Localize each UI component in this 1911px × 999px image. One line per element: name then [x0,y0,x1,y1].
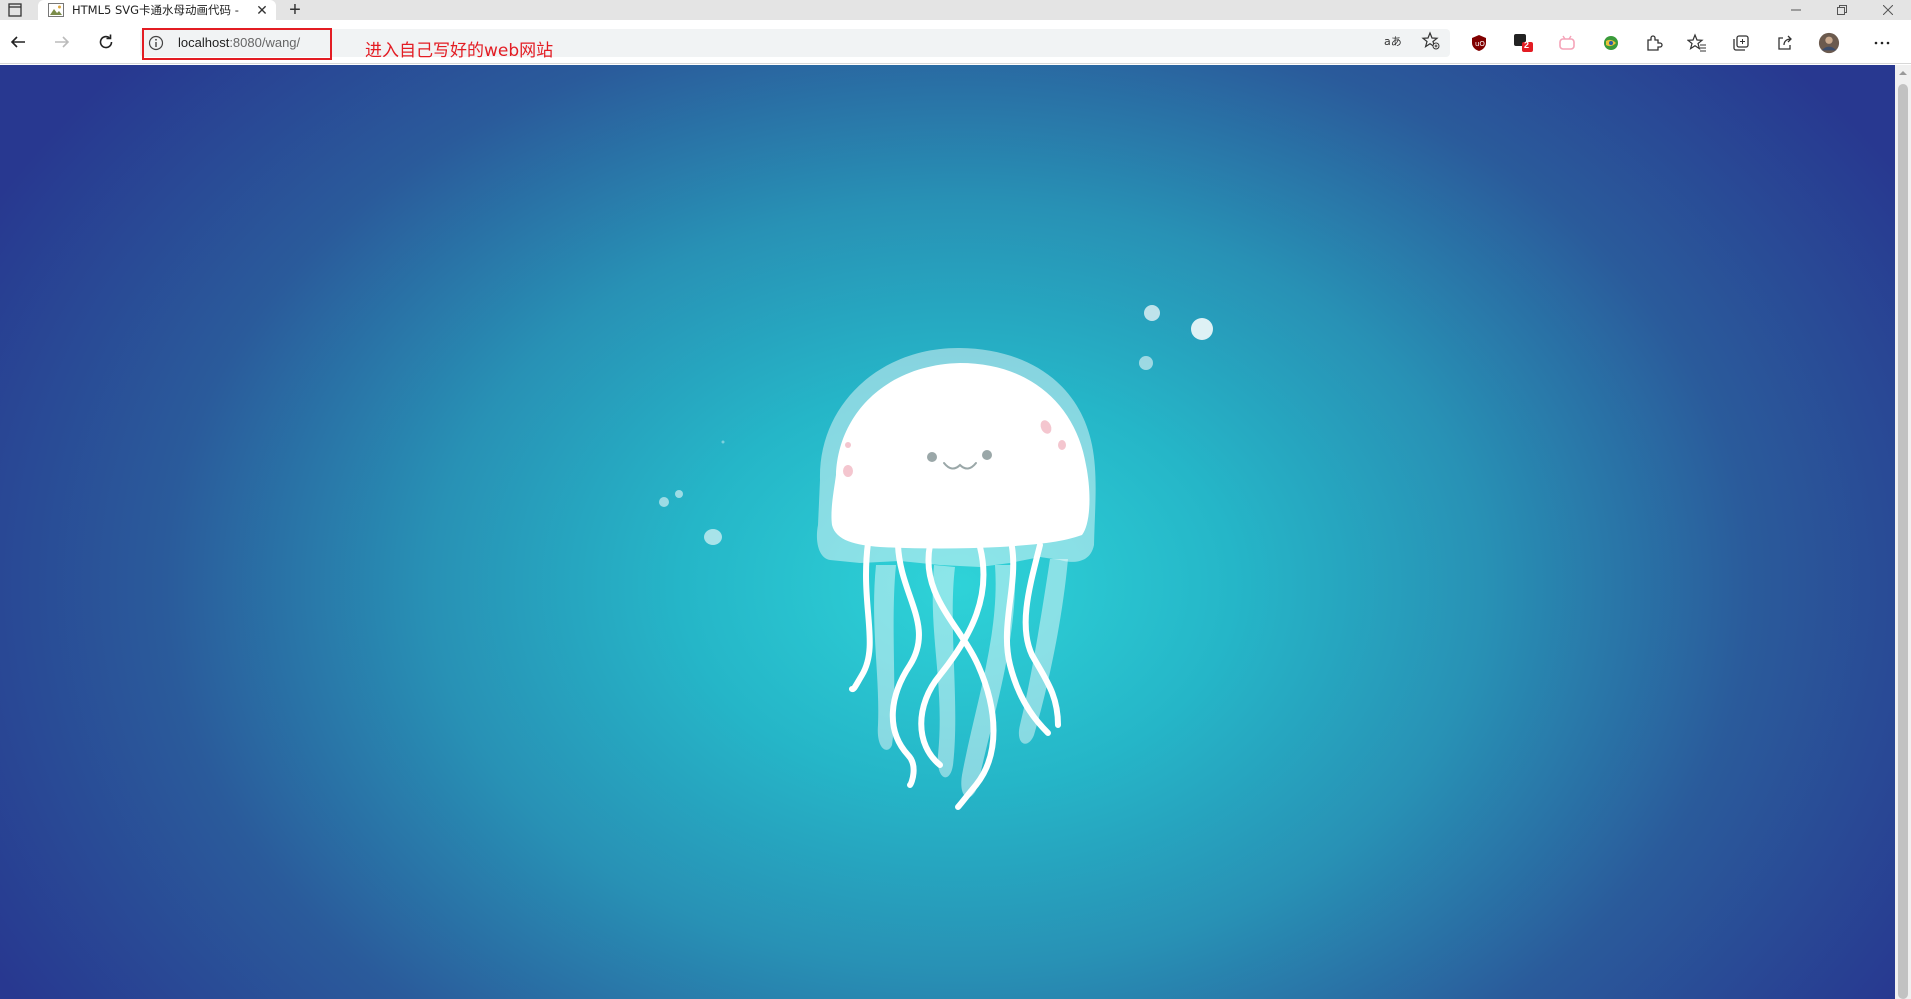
minimize-icon [1791,9,1801,11]
extensions-icon [1647,35,1663,51]
tab-actions-button[interactable] [2,1,28,19]
share-button[interactable] [1774,32,1796,54]
scroll-thumb[interactable] [1898,84,1908,999]
jellyfish-right-eye [982,450,992,460]
svg-text:aあ: aあ [1384,35,1402,48]
bubble [659,497,669,507]
translate-button[interactable]: aあ [1382,30,1404,52]
translate-icon: aあ [1384,35,1402,48]
bubble [721,440,725,444]
refresh-icon [99,34,113,49]
window-close-button[interactable] [1865,0,1911,20]
address-bar[interactable]: localhost:8080/wang/ aあ [140,28,1450,60]
extension-badge-button[interactable]: 2 [1512,32,1534,54]
forward-arrow-icon [55,36,70,48]
add-favorite-button[interactable] [1420,30,1442,52]
minimize-button[interactable] [1773,0,1819,20]
site-info-icon[interactable] [148,35,164,51]
ocean-background [0,65,1895,999]
favorites-button[interactable] [1686,32,1708,54]
back-arrow-icon [10,36,25,48]
extensions-button[interactable] [1643,32,1665,54]
collections-button[interactable] [1730,32,1752,54]
share-icon [1778,35,1792,50]
url-host: localhost [178,35,230,50]
bubble [1191,318,1213,340]
browser-toolbar: localhost:8080/wang/ aあ uO 2 [0,20,1911,64]
active-tab[interactable]: HTML5 SVG卡通水母动画代码 - ✕ [38,0,276,20]
new-tab-button[interactable]: + [284,0,306,21]
bilibili-extension-button[interactable] [1556,32,1578,54]
ublock-extension-button[interactable]: uO [1468,32,1490,54]
favorites-icon [1687,33,1706,52]
jellyfish-illustration [659,305,1213,810]
tab-actions-icon [8,3,22,17]
tab-strip: HTML5 SVG卡通水母动画代码 - ✕ + [0,0,1911,21]
back-button[interactable] [2,26,34,58]
close-icon [1883,5,1893,15]
tab-title: HTML5 SVG卡通水母动画代码 - [72,3,239,17]
forward-button[interactable] [46,26,78,58]
extension-badge-count: 2 [1524,40,1530,50]
tab-close-icon[interactable]: ✕ [254,2,270,18]
extension-badge-icon [1514,34,1533,52]
ublock-extension-icon: uO [1472,35,1486,51]
image-favicon-icon [48,3,64,17]
refresh-button[interactable] [90,26,122,58]
jellyfish-blush-right-small [1058,440,1066,450]
jellyfish-left-eye [927,452,937,462]
restore-icon [1837,5,1847,15]
jellyfish-blush-left-small [845,442,851,448]
globe-extension-icon [1604,36,1618,50]
profile-avatar [1818,32,1840,54]
url-text: localhost:8080/wang/ [178,35,300,50]
bubble [704,529,722,545]
bilibili-extension-icon [1559,35,1575,50]
annotation-text: 进入自己写好的web网站 [365,41,554,61]
more-menu-icon [1874,41,1890,45]
svg-text:uO: uO [1475,40,1485,48]
globe-extension-button[interactable] [1600,32,1622,54]
scroll-up-arrow-icon[interactable] [1898,68,1908,78]
restore-button[interactable] [1819,0,1865,20]
jellyfish-blush-left [843,465,853,477]
more-menu-button[interactable] [1871,32,1893,54]
bubble [1144,305,1160,321]
profile-button[interactable] [1818,32,1840,54]
bubble [675,490,683,498]
favorite-add-icon [1421,31,1440,50]
bubble [1139,356,1153,370]
collections-icon [1733,35,1749,51]
url-path: :8080/wang/ [229,35,301,50]
